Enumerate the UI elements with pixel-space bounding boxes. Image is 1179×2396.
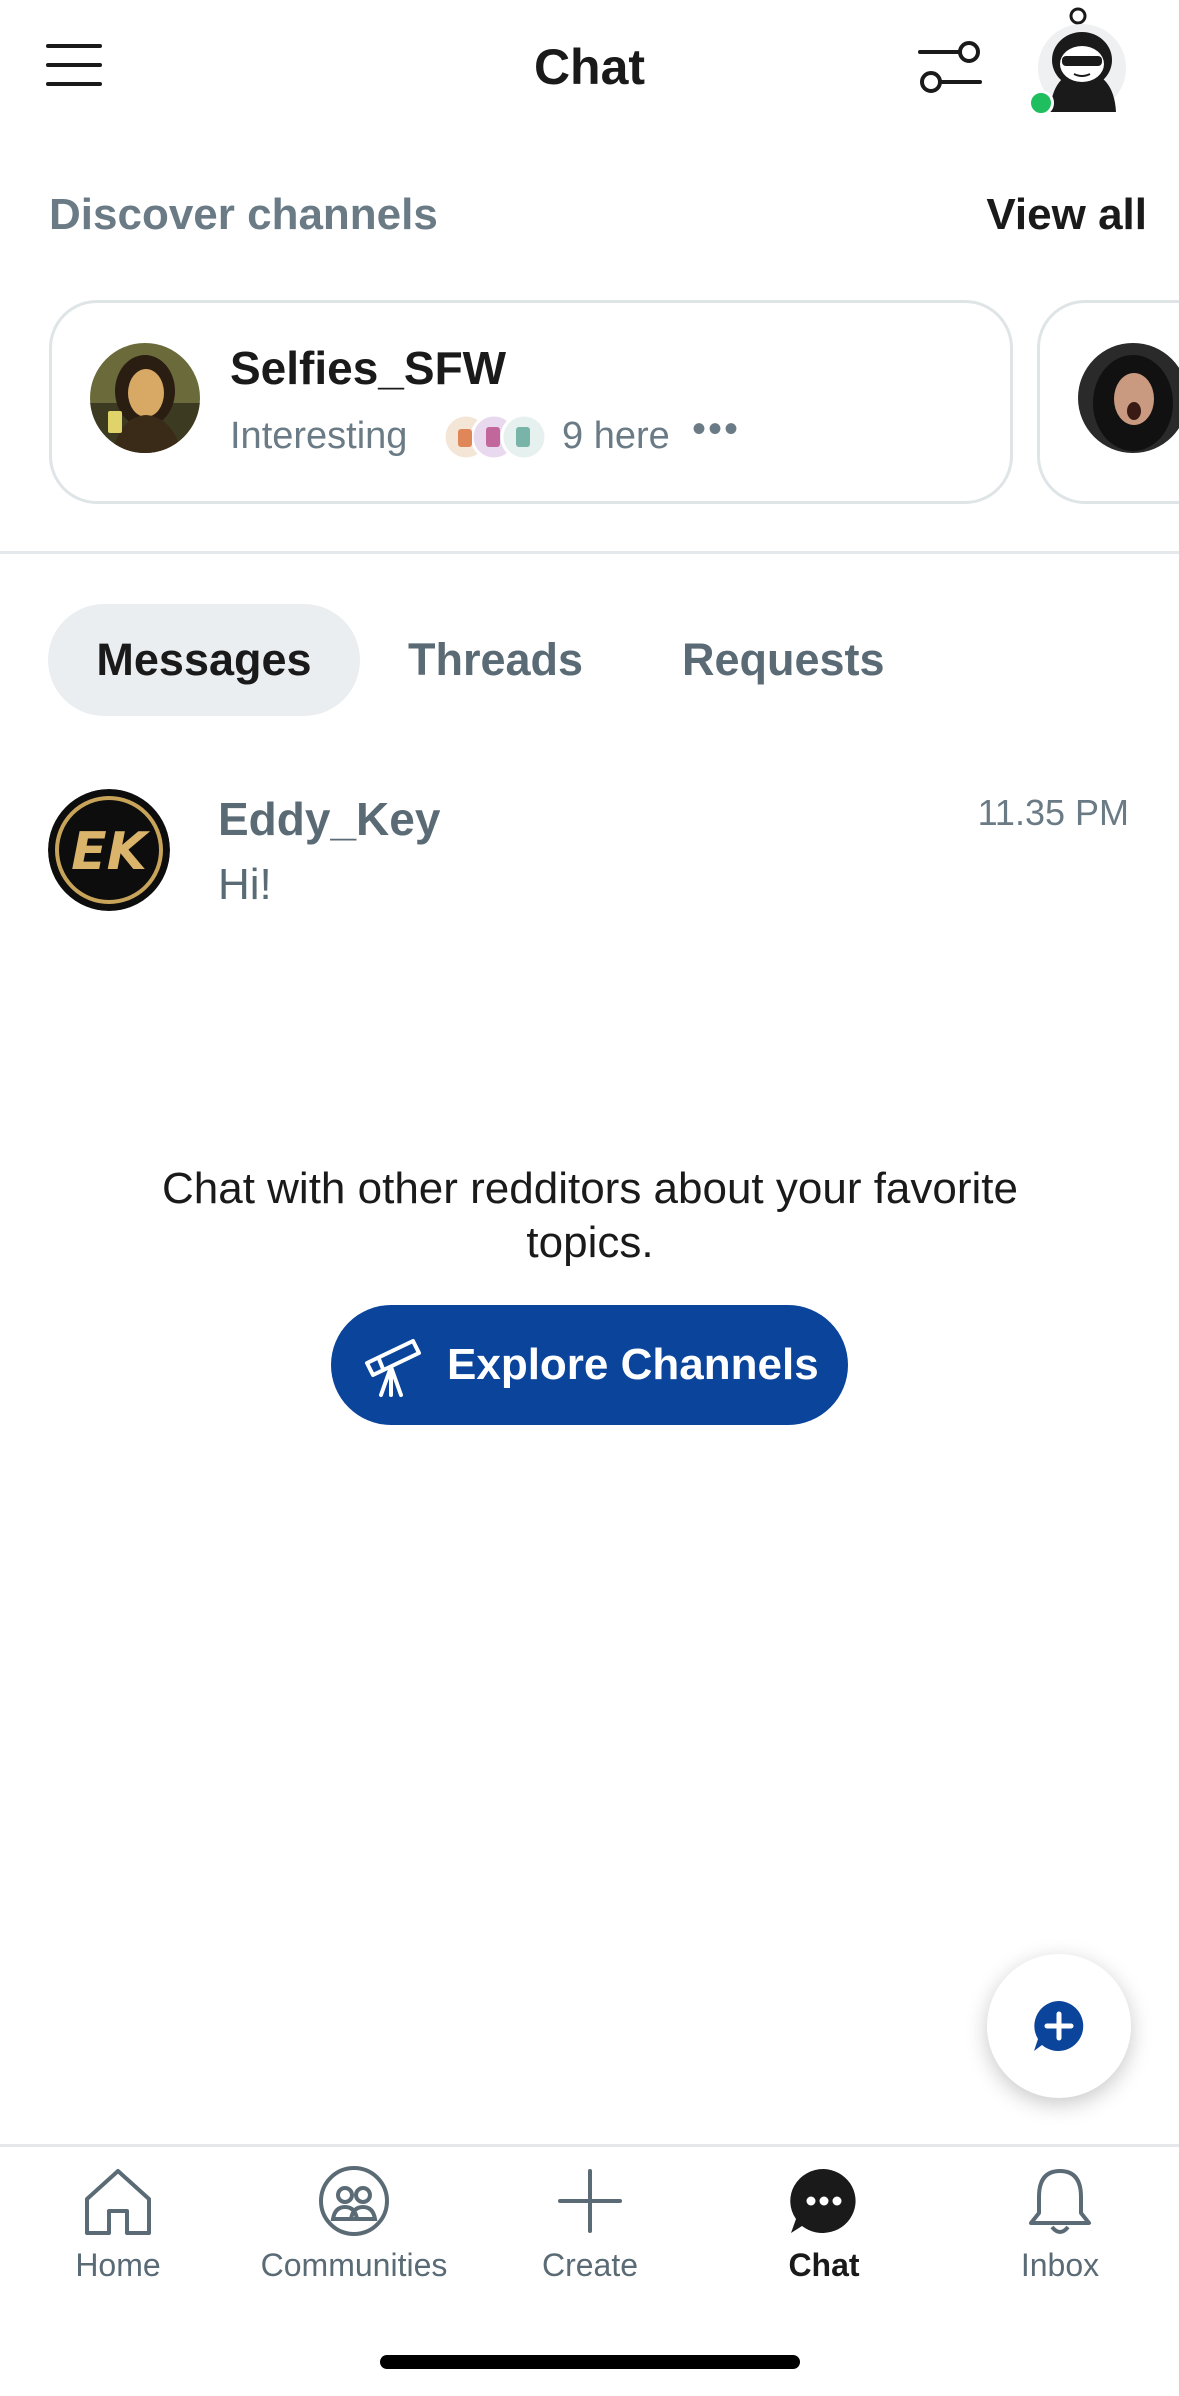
screaming-person-avatar <box>1078 343 1179 453</box>
communities-icon <box>319 2166 389 2236</box>
nav-chat-label: Chat <box>788 2247 860 2283</box>
nav-create[interactable]: Create <box>472 2165 708 2345</box>
home-indicator <box>380 2355 800 2369</box>
members-here-count: 9 here <box>562 415 670 457</box>
discover-channels-heading: Discover channels <box>49 190 438 239</box>
mona-lisa-avatar <box>90 343 200 453</box>
section-divider <box>0 551 1179 554</box>
chat-screen: Chat Discover channels View all Selfies_… <box>0 0 1179 2396</box>
user-avatar[interactable] <box>1028 4 1138 116</box>
explore-channels-button[interactable]: Explore Channels <box>331 1305 848 1425</box>
nav-home-label: Home <box>75 2247 161 2283</box>
home-icon <box>85 2169 151 2235</box>
online-status-badge <box>1028 90 1054 116</box>
nav-communities[interactable]: Communities <box>236 2165 472 2345</box>
nav-create-label: Create <box>541 2247 639 2283</box>
new-chat-button[interactable] <box>987 1954 1131 2098</box>
view-all-link[interactable]: View all <box>986 190 1147 240</box>
channel-card-selfies-sfw[interactable]: Selfies_SFW Interesting 9 here ••• <box>49 300 1013 504</box>
chat-bubble-icon <box>790 2168 856 2233</box>
channel-card-next[interactable] <box>1037 300 1179 504</box>
new-chat-plus-icon <box>1034 2001 1084 2051</box>
nav-home[interactable]: Home <box>0 2165 236 2345</box>
tab-requests[interactable]: Requests <box>682 604 885 716</box>
nav-chat[interactable]: Chat <box>706 2165 942 2345</box>
empty-state-text: Chat with other redditors about your fav… <box>161 1164 1018 1267</box>
sender-name: Eddy_Key <box>218 793 441 845</box>
nav-inbox-label: Inbox <box>1020 2247 1100 2283</box>
svg-text:EK: EK <box>71 822 151 882</box>
tab-messages[interactable]: Messages <box>48 604 360 716</box>
message-timestamp: 11.35 PM <box>977 792 1129 833</box>
top-bar: Chat <box>0 0 1179 140</box>
nav-inbox[interactable]: Inbox <box>942 2165 1178 2345</box>
plus-icon <box>558 2169 622 2233</box>
channel-name: Selfies_SFW <box>230 342 507 394</box>
ek-logo-avatar: EK <box>48 789 170 911</box>
tab-threads[interactable]: Threads <box>408 604 583 716</box>
conversation-row[interactable]: EK Eddy_Key Hi! 11.35 PM <box>0 770 1179 930</box>
page-title: Chat <box>533 39 646 95</box>
filter-settings-icon[interactable] <box>918 38 982 98</box>
message-preview: Hi! <box>218 860 272 909</box>
bell-icon <box>1029 2169 1091 2234</box>
channel-description: Interesting <box>230 415 408 457</box>
more-options-icon[interactable]: ••• <box>692 407 740 452</box>
explore-channels-label: Explore Channels <box>447 1340 819 1389</box>
telescope-icon <box>361 1333 427 1397</box>
nav-communities-label: Communities <box>260 2247 448 2283</box>
member-avatars <box>442 411 554 463</box>
